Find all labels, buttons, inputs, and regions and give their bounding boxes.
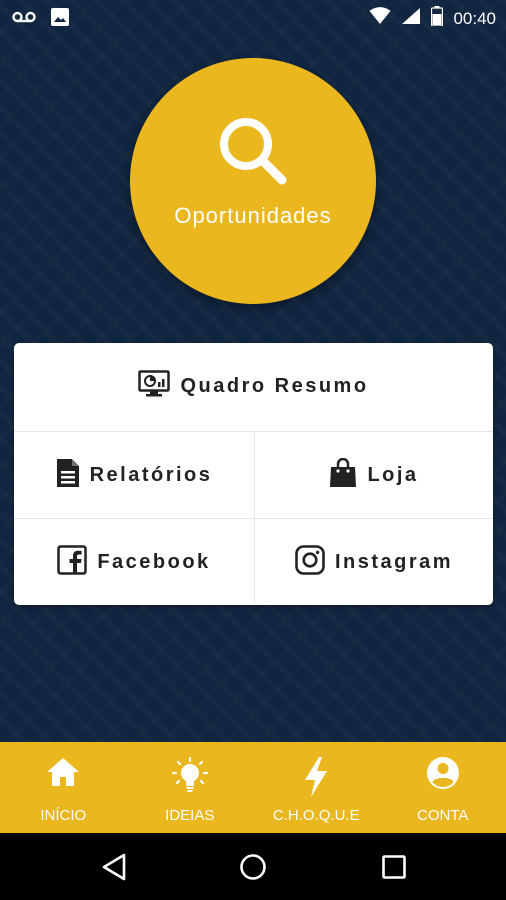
search-icon: [216, 114, 290, 193]
home-icon: [46, 756, 80, 793]
nav-inicio-label: INÍCIO: [40, 807, 87, 824]
wifi-icon: [369, 7, 391, 30]
lightning-icon: [302, 756, 330, 803]
voicemail-icon: [12, 10, 36, 29]
status-bar: 00:40: [0, 0, 506, 36]
image-icon: [50, 7, 70, 32]
nav-choque-label: C.H.O.Q.U.E: [272, 807, 360, 824]
relatorios-label: Relatórios: [89, 464, 213, 486]
signal-icon: [401, 7, 421, 30]
account-icon: [426, 756, 460, 795]
facebook-label: Facebook: [97, 551, 211, 573]
quadro-resumo-button[interactable]: Quadro Resumo: [14, 343, 493, 430]
nav-ideias-label: IDEIAS: [165, 807, 215, 824]
lightbulb-icon: [169, 756, 211, 801]
recents-icon[interactable]: [381, 853, 407, 886]
monitor-chart-icon: [138, 370, 171, 403]
menu-card: Quadro Resumo Relatórios Loja Facebook I…: [14, 343, 493, 605]
document-icon: [56, 458, 80, 493]
menu-row: Quadro Resumo: [14, 343, 493, 430]
loja-button[interactable]: Loja: [255, 432, 493, 519]
loja-label: Loja: [367, 464, 419, 486]
nav-ideias[interactable]: IDEIAS: [127, 742, 254, 833]
battery-icon: [431, 6, 444, 31]
clock: 00:40: [453, 8, 496, 28]
nav-conta-label: CONTA: [417, 807, 469, 824]
home-circle-icon[interactable]: [239, 853, 267, 886]
back-icon[interactable]: [101, 853, 127, 886]
facebook-button[interactable]: Facebook: [14, 519, 255, 605]
bottom-nav: INÍCIO IDEIAS C.H.O.Q.U.E CONTA: [0, 742, 506, 833]
system-nav-bar: [0, 833, 506, 900]
instagram-icon: [295, 545, 325, 580]
instagram-button[interactable]: Instagram: [255, 519, 493, 605]
relatorios-button[interactable]: Relatórios: [14, 432, 255, 519]
instagram-label: Instagram: [334, 551, 454, 573]
nav-inicio[interactable]: INÍCIO: [0, 742, 127, 833]
nav-conta[interactable]: CONTA: [380, 742, 506, 833]
opportunities-button[interactable]: Oportunidades: [130, 58, 376, 304]
menu-row: Facebook Instagram: [14, 518, 493, 605]
nav-choque[interactable]: C.H.O.Q.U.E: [253, 742, 380, 833]
shopping-bag-icon: [329, 457, 357, 493]
facebook-icon: [57, 545, 88, 580]
quadro-resumo-label: Quadro Resumo: [180, 375, 369, 397]
opportunities-label: Oportunidades: [174, 203, 332, 228]
menu-row: Relatórios Loja: [14, 431, 493, 519]
